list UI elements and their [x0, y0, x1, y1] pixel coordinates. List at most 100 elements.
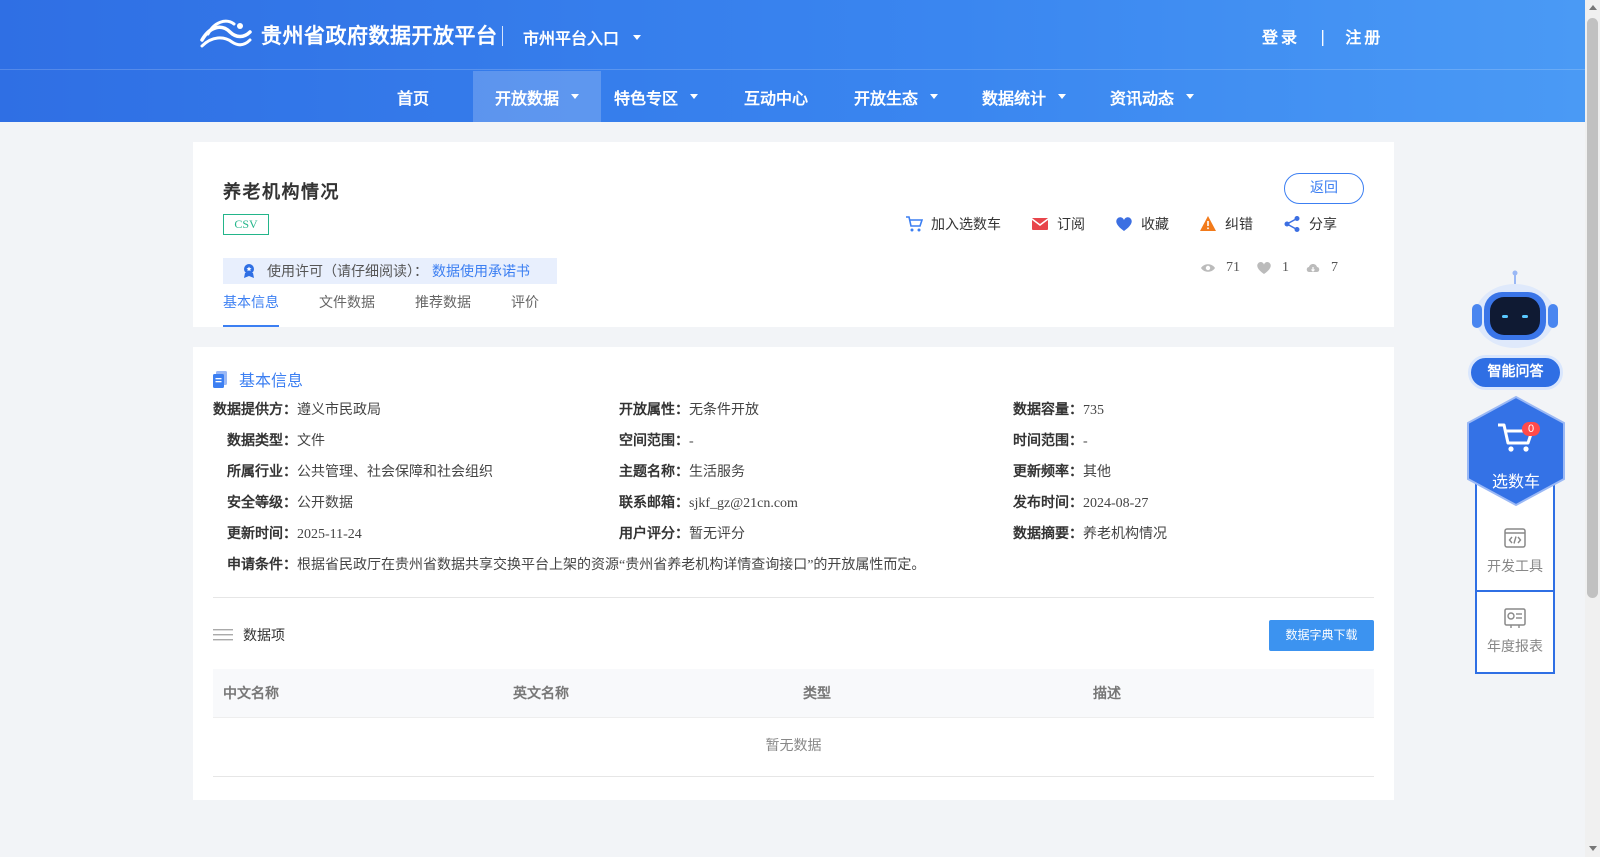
cart-label: 选数车 — [1491, 472, 1540, 491]
info-cell: 数据容量：735 — [1013, 401, 1104, 421]
data-items-table: 中文名称 英文名称 类型 描述 暂无数据 — [213, 669, 1374, 777]
format-tag: CSV — [223, 214, 269, 235]
dataset-stats: 71 1 7 — [1200, 260, 1354, 276]
vertical-scrollbar[interactable] — [1585, 0, 1600, 857]
info-row: 所属行业：公共管理、社会保障和社会组织 主题名称：生活服务 更新频率：其他 — [213, 463, 1373, 494]
chevron-down-icon — [1186, 94, 1194, 99]
back-button[interactable]: 返回 — [1284, 173, 1364, 204]
download-dictionary-button[interactable]: 数据字典下载 — [1269, 620, 1374, 651]
info-cell: 安全等级：公开数据 — [227, 494, 353, 514]
share-button[interactable]: 分享 — [1283, 214, 1337, 234]
views-count: 71 — [1226, 260, 1240, 275]
info-cell: 更新时间：2025-11-24 — [227, 525, 362, 545]
data-items-title-text: 数据项 — [243, 628, 285, 644]
nav-label: 开放生态 — [853, 88, 918, 108]
nav-label: 数据统计 — [981, 88, 1046, 108]
annual-report-button[interactable]: 年度报表 — [1477, 606, 1553, 656]
info-row: 更新时间：2025-11-24 用户评分：暂无评分 数据摘要：养老机构情况 — [213, 525, 1373, 556]
column-header-cn-name: 中文名称 — [223, 687, 279, 702]
tab-reviews[interactable]: 评价 — [511, 294, 539, 327]
action-label: 分享 — [1309, 217, 1337, 233]
info-value: 暂无评分 — [689, 527, 745, 542]
views-stat: 71 — [1200, 260, 1240, 276]
heart-icon — [1116, 217, 1132, 231]
license-agreement-link[interactable]: 数据使用承诺书 — [432, 261, 530, 281]
likes-count: 1 — [1282, 260, 1289, 275]
info-cell: 更新频率：其他 — [1013, 463, 1111, 483]
info-label: 联系邮箱： — [619, 496, 689, 511]
info-row: 安全等级：公开数据 联系邮箱：sjkf_gz@21cn.com 发布时间：202… — [213, 494, 1373, 525]
favorite-button[interactable]: 收藏 — [1115, 214, 1169, 234]
info-cell: 联系邮箱：sjkf_gz@21cn.com — [619, 494, 798, 514]
scroll-thumb[interactable] — [1587, 18, 1598, 598]
smart-qa-button[interactable]: 智能问答 — [1468, 355, 1563, 390]
tab-recommended[interactable]: 推荐数据 — [415, 294, 471, 327]
info-cell: 数据类型：文件 — [227, 432, 325, 452]
info-cell: 时间范围：- — [1013, 432, 1088, 452]
info-value: 无条件开放 — [689, 403, 759, 418]
nav-item-interaction[interactable]: 互动中心 — [711, 71, 841, 122]
info-label: 空间范围： — [619, 434, 689, 449]
section-divider — [213, 597, 1374, 598]
column-header-description: 描述 — [1093, 687, 1121, 702]
nav-item-news[interactable]: 资讯动态 — [1097, 71, 1207, 122]
nav-label: 资讯动态 — [1109, 88, 1174, 108]
scroll-up-arrow-icon[interactable] — [1589, 5, 1597, 10]
action-label: 收藏 — [1141, 217, 1169, 233]
scroll-down-arrow-icon[interactable] — [1589, 846, 1597, 851]
info-cell: 主题名称：生活服务 — [619, 463, 745, 483]
login-link[interactable]: 登录 — [1262, 24, 1300, 48]
info-value: 2024-08-27 — [1083, 496, 1149, 511]
info-cell: 数据提供方：遵义市民政局 — [213, 401, 381, 421]
section-title-text: 基本信息 — [239, 371, 304, 390]
dev-tools-button[interactable]: 开发工具 — [1477, 526, 1553, 576]
basic-info-card: 基本信息 数据提供方：遵义市民政局 开放属性：无条件开放 数据容量：735 数据… — [193, 347, 1394, 800]
nav-label: 互动中心 — [743, 88, 808, 108]
top-bar: 贵州省政府数据开放平台 市州平台入口 登录 | 注册 — [0, 0, 1585, 70]
info-label: 用户评分： — [619, 527, 689, 542]
downloads-count: 7 — [1331, 260, 1338, 275]
tab-file-data[interactable]: 文件数据 — [319, 294, 375, 327]
site-header: 贵州省政府数据开放平台 市州平台入口 登录 | 注册 首页 开放数据 特色专区 … — [0, 0, 1585, 122]
info-value: - — [689, 434, 694, 449]
nav-item-home[interactable]: 首页 — [377, 71, 449, 122]
info-label: 所属行业： — [227, 465, 297, 480]
info-value: 735 — [1083, 403, 1104, 418]
report-error-button[interactable]: 纠错 — [1199, 214, 1253, 234]
subscribe-button[interactable]: 订阅 — [1031, 214, 1085, 234]
column-header-en-name: 英文名称 — [513, 687, 569, 702]
nav-item-ecosystem[interactable]: 开放生态 — [841, 71, 951, 122]
badge-icon — [244, 264, 254, 278]
license-label: 使用许可（请仔细阅读）： — [267, 264, 428, 280]
robot-assistant-icon[interactable] — [1468, 270, 1562, 350]
dataset-header-card: 养老机构情况 CSV 返回 加入选数车 订阅 收藏 纠错 分享 使用许可（请仔细… — [193, 142, 1394, 327]
share-icon — [1284, 216, 1300, 232]
action-label: 加入选数车 — [931, 217, 1001, 233]
eye-icon — [1201, 264, 1215, 272]
info-label: 时间范围： — [1013, 434, 1083, 449]
downloads-stat: 7 — [1305, 260, 1338, 276]
info-cell: 申请条件：根据省民政厅在贵州省数据共享交换平台上架的资源“贵州省养老机构详情查询… — [227, 556, 925, 576]
add-to-cart-button[interactable]: 加入选数车 — [905, 214, 1001, 234]
nav-label: 开放数据 — [494, 88, 559, 108]
register-link[interactable]: 注册 — [1345, 24, 1383, 48]
mail-icon — [1031, 218, 1049, 230]
city-entry-dropdown[interactable]: 市州平台入口 — [523, 25, 642, 49]
logo-icon[interactable] — [200, 18, 252, 52]
site-title[interactable]: 贵州省政府数据开放平台 — [261, 20, 498, 50]
info-row: 申请条件：根据省民政厅在贵州省数据共享交换平台上架的资源“贵州省养老机构详情查询… — [213, 556, 1373, 587]
column-header-type: 类型 — [803, 687, 831, 702]
info-cell: 用户评分：暂无评分 — [619, 525, 745, 545]
info-cell: 开放属性：无条件开放 — [619, 401, 759, 421]
tab-basic-info[interactable]: 基本信息 — [223, 294, 279, 327]
info-value: - — [1083, 434, 1088, 449]
auth-separator: | — [1320, 26, 1326, 46]
table-empty-state: 暂无数据 — [213, 717, 1374, 777]
city-entry-label: 市州平台入口 — [523, 29, 620, 48]
nav-item-statistics[interactable]: 数据统计 — [951, 71, 1097, 122]
nav-item-special[interactable]: 特色专区 — [601, 71, 711, 122]
info-cell: 发布时间：2024-08-27 — [1013, 494, 1148, 514]
info-value: 公开数据 — [297, 496, 353, 511]
nav-item-open-data[interactable]: 开放数据 — [473, 71, 601, 122]
data-items-title: 数据项 — [213, 625, 285, 645]
